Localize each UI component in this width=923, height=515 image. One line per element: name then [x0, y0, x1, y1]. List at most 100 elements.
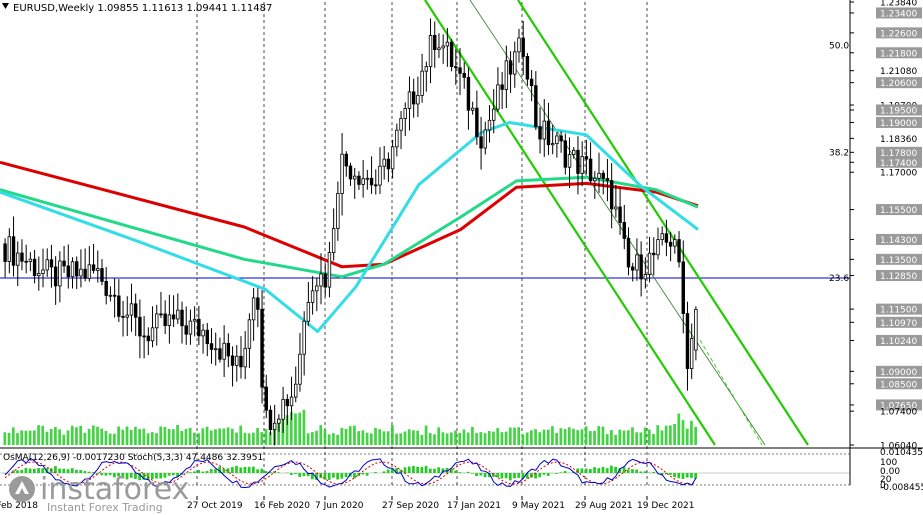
volume-bar: [643, 427, 647, 445]
fib-level-label: 38.2: [829, 148, 849, 158]
volume-bar: [45, 431, 49, 445]
price-level-label: 1.19000: [880, 119, 917, 129]
volume-bar: [462, 429, 466, 445]
volume-bar: [656, 425, 660, 445]
volume-bar: [652, 434, 655, 445]
candle-body: [458, 67, 462, 74]
candle-body: [694, 309, 698, 351]
date-label: 19 Dec 2021: [637, 501, 695, 511]
osma-bar: [513, 473, 516, 479]
osma-bar: [327, 473, 331, 480]
osma-bar: [635, 469, 639, 473]
osma-bar: [264, 471, 268, 473]
candle-body: [171, 314, 176, 320]
candle-body: [16, 252, 20, 266]
osma-bar: [302, 473, 306, 477]
volume-bar: [395, 433, 398, 445]
candle-body: [45, 259, 49, 271]
candle-body: [496, 84, 500, 110]
volume-bar: [62, 434, 66, 445]
candle-body: [289, 396, 294, 407]
candle-body: [626, 237, 631, 268]
volume-bar: [559, 428, 563, 445]
candle-body: [563, 140, 568, 168]
osma-bar: [669, 473, 672, 475]
candle-body: [382, 158, 386, 167]
volume-bar: [54, 426, 57, 445]
osma-bar: [230, 467, 234, 473]
volume-bar: [546, 429, 550, 445]
candle-body: [155, 313, 159, 329]
candle-body: [108, 294, 113, 297]
osma-bar: [466, 471, 470, 473]
candle-body: [567, 154, 572, 168]
osma-bar: [294, 473, 297, 475]
candle-body: [593, 177, 597, 182]
volume-bar: [218, 428, 222, 445]
osma-bar: [235, 465, 238, 473]
candle-body: [407, 91, 412, 109]
volume-bar: [403, 431, 407, 445]
osma-bar: [243, 467, 247, 473]
volume-bar: [660, 430, 664, 445]
volume-bar: [391, 425, 394, 445]
candle-body: [639, 254, 643, 280]
volume-bar: [264, 429, 268, 445]
osma-bar: [504, 473, 508, 479]
volume-bar: [171, 429, 175, 445]
volume-bar: [214, 429, 217, 445]
volume-bar: [357, 431, 361, 445]
volume-bar: [517, 427, 521, 445]
volume-bar: [243, 432, 247, 445]
volume-bar: [374, 427, 377, 445]
candle-body: [348, 165, 353, 180]
candle-body: [685, 313, 690, 369]
osma-bar: [416, 466, 419, 473]
volume-bar: [7, 432, 11, 445]
candle-body: [247, 319, 252, 349]
candle-body: [395, 129, 399, 148]
volume-bar: [580, 429, 584, 445]
volume-bar: [551, 426, 554, 445]
osma-bar: [542, 473, 546, 475]
candle-body: [302, 320, 306, 355]
candle-body: [167, 314, 172, 326]
osma-bar: [412, 465, 415, 473]
osma-bar: [247, 466, 251, 473]
candle-body: [243, 347, 247, 368]
osma-bar: [209, 469, 213, 473]
osma-bar: [256, 469, 259, 473]
candle-body: [142, 335, 146, 338]
osma-bar: [277, 472, 280, 473]
volume-bar: [685, 428, 689, 445]
candle-body: [24, 260, 28, 263]
candle-body: [572, 149, 576, 155]
volume-bar: [365, 432, 369, 445]
candle-body: [601, 172, 605, 179]
volume-bar: [378, 429, 382, 445]
volume-bar: [83, 432, 87, 445]
candle-body: [605, 178, 610, 181]
volume-bar: [369, 433, 373, 445]
osma-bar: [252, 466, 255, 473]
candle-body: [475, 107, 479, 138]
volume-bar: [433, 434, 436, 445]
volume-bar: [222, 428, 226, 445]
osma-bar: [639, 471, 643, 473]
volume-bar: [125, 426, 129, 445]
volume-bar: [239, 425, 243, 445]
candle-body: [542, 120, 546, 140]
volume-bar: [635, 432, 639, 445]
candle-body: [310, 290, 315, 303]
volume-bar: [24, 430, 28, 445]
volume-bar: [681, 420, 685, 445]
candle-body: [504, 60, 509, 90]
candle-body: [677, 239, 681, 263]
osma-bar: [563, 471, 567, 473]
volume-bar: [41, 425, 45, 445]
candle-body: [378, 165, 382, 186]
candle-body: [7, 236, 12, 262]
volume-bar: [466, 432, 470, 445]
price-level-label: 1.15500: [880, 206, 917, 216]
volume-bar: [353, 425, 356, 445]
